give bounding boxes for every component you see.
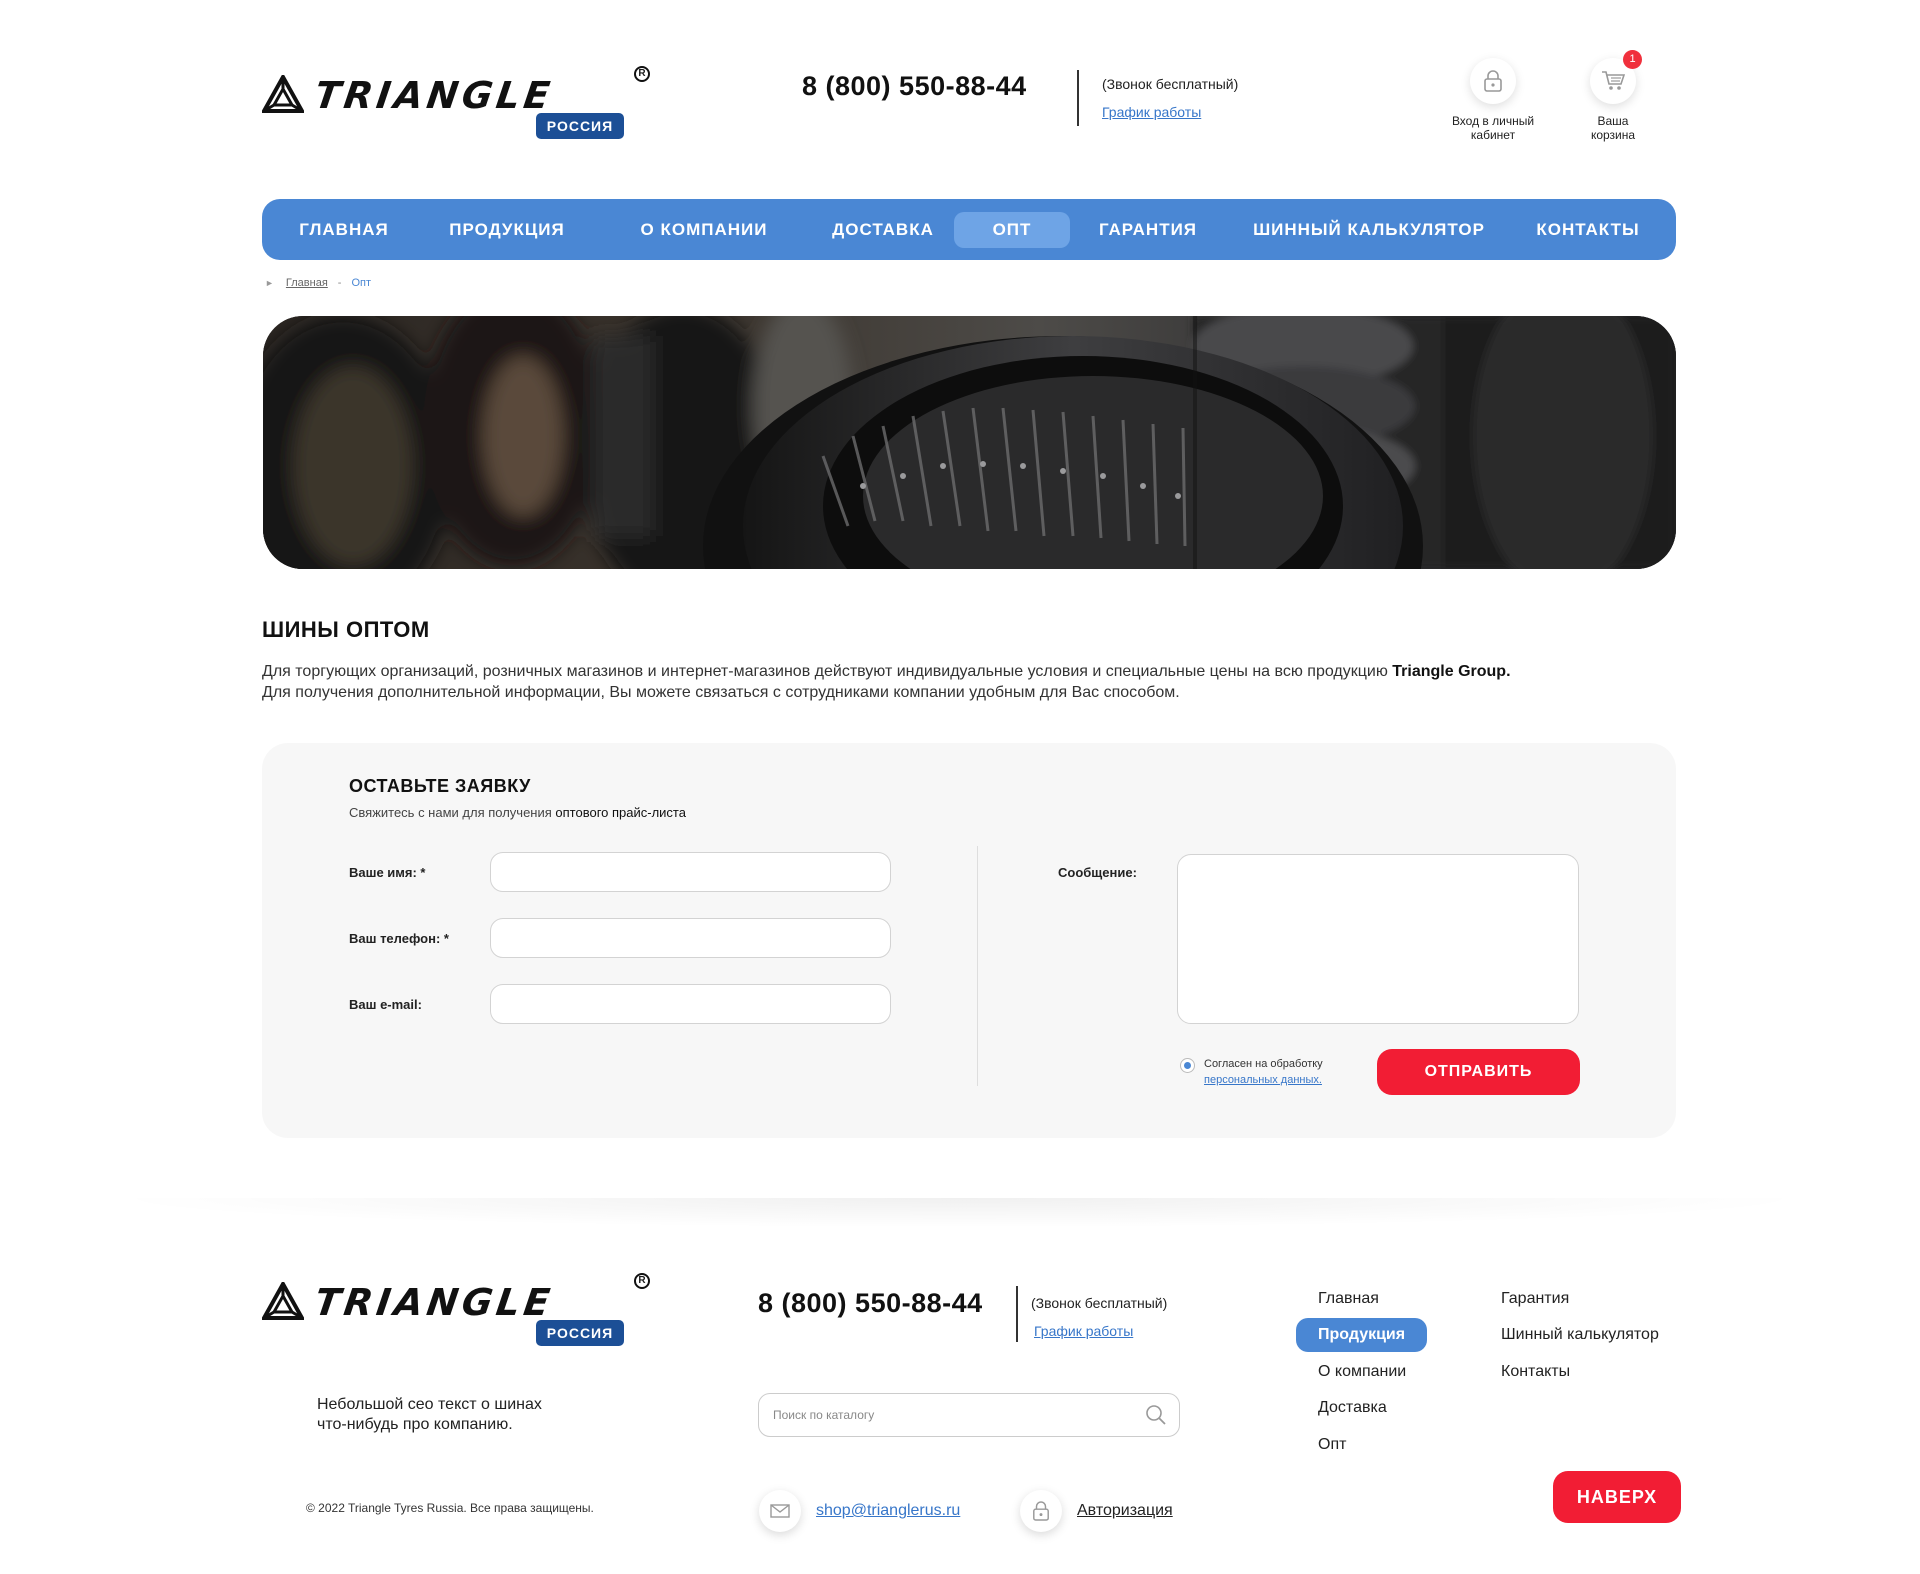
free-call-note: (Звонок бесплатный) (1102, 76, 1239, 92)
footer-seo-text: Небольшой сео текст о шинах что-нибудь п… (317, 1395, 617, 1435)
intro-line1: Для торгующих организаций, розничных маг… (262, 663, 1393, 680)
breadcrumb-home[interactable]: Главная (286, 277, 328, 289)
tires-photo (263, 316, 1676, 569)
footer-menu-warranty[interactable]: Гарантия (1501, 1282, 1569, 1316)
form-subtitle-text: Свяжитесь с нами для получения (349, 805, 556, 820)
footer-menu-about[interactable]: О компании (1318, 1355, 1406, 1389)
login-caption-line2: кабинет (1470, 128, 1516, 142)
auth-link[interactable]: Авторизация (1077, 1502, 1173, 1520)
site-header: TRIANGLE R РОССИЯ 8 (800) 550-88-44 (Зво… (262, 50, 1674, 155)
envelope-icon (770, 1504, 790, 1518)
phone-label: Ваш телефон: * (349, 931, 449, 946)
intro-brand: Triangle Group. (1392, 663, 1511, 680)
login-icon-circle[interactable] (1470, 58, 1516, 104)
login-button[interactable]: Вход в личный кабинет (1438, 55, 1548, 142)
footer-logo-wordmark: TRIANGLE (311, 1281, 557, 1324)
triangle-arrow-icon: ► (265, 278, 274, 288)
email-field[interactable] (490, 984, 891, 1024)
triangle-logo-icon (262, 1282, 304, 1320)
page-title: ШИНЫ ОПТОМ (262, 617, 430, 642)
lock-icon (1484, 70, 1502, 92)
submit-button[interactable]: ОТПРАВИТЬ (1377, 1049, 1580, 1095)
hero-banner-image (263, 316, 1676, 569)
login-caption-line1: Вход в личный (1451, 114, 1535, 128)
request-form: ОСТАВЬТЕ ЗАЯВКУ Свяжитесь с нами для пол… (262, 743, 1676, 1138)
nav-item-products[interactable]: ПРОДУКЦИЯ (434, 212, 580, 248)
nav-item-home[interactable]: ГЛАВНАЯ (290, 212, 398, 248)
nav-item-delivery[interactable]: ДОСТАВКА (818, 212, 948, 248)
message-label: Сообщение: (1058, 865, 1137, 880)
footer-phone[interactable]: 8 (800) 550-88-44 (758, 1288, 983, 1319)
footer-auth[interactable]: Авторизация (1020, 1490, 1173, 1532)
cart-icon (1602, 71, 1625, 90)
phone-field[interactable] (490, 918, 891, 958)
schedule-link[interactable]: График работы (1102, 104, 1201, 120)
consent-text: Согласен на обработку персональных данны… (1204, 1056, 1374, 1088)
back-to-top-button[interactable]: НАВЕРХ (1553, 1471, 1681, 1523)
footer-free-call-note: (Звонок бесплатный) (1031, 1295, 1168, 1311)
header-phone[interactable]: 8 (800) 550-88-44 (802, 71, 1027, 102)
form-subtitle: Свяжитесь с нами для получения оптового … (349, 805, 686, 820)
name-label: Ваше имя: * (349, 865, 426, 880)
footer-email[interactable]: shop@trianglerus.ru (759, 1490, 960, 1532)
main-nav: ГЛАВНАЯ ПРОДУКЦИЯ О КОМПАНИИ ДОСТАВКА ОП… (262, 199, 1676, 260)
message-field[interactable] (1177, 854, 1579, 1024)
search-icon[interactable] (1145, 1404, 1167, 1426)
login-caption: Вход в личный кабинет (1438, 114, 1548, 142)
triangle-logo-icon (262, 75, 304, 113)
footer-phone-divider (1016, 1286, 1018, 1342)
logo-wordmark: TRIANGLE (311, 74, 557, 117)
cart-caption: Ваша корзина (1558, 114, 1668, 142)
search-input[interactable] (773, 1394, 1133, 1436)
registered-mark-icon: R (634, 66, 650, 82)
footer-menu-calculator[interactable]: Шинный калькулятор (1501, 1318, 1659, 1352)
consent-policy-link[interactable]: персональных данных. (1204, 1074, 1322, 1086)
nav-item-about[interactable]: О КОМПАНИИ (618, 212, 790, 248)
cart-icon-circle[interactable]: 1 (1590, 50, 1642, 104)
registered-mark-icon: R (634, 1273, 650, 1289)
phone-divider (1077, 70, 1079, 126)
breadcrumb-separator: - (337, 277, 342, 289)
auth-icon-circle[interactable] (1020, 1490, 1062, 1532)
nav-item-warranty[interactable]: ГАРАНТИЯ (1088, 212, 1208, 248)
footer-schedule-link[interactable]: График работы (1034, 1323, 1133, 1339)
lock-icon (1033, 1501, 1049, 1521)
logo-country-badge: РОССИЯ (536, 113, 624, 139)
site-logo[interactable]: TRIANGLE R РОССИЯ (262, 63, 652, 143)
email-label: Ваш e-mail: (349, 997, 422, 1012)
nav-item-calculator[interactable]: ШИННЫЙ КАЛЬКУЛЯТОР (1244, 212, 1494, 248)
footer-logo[interactable]: TRIANGLE R РОССИЯ (262, 1270, 652, 1350)
breadcrumb: ► Главная - Опт (265, 277, 371, 289)
cart-button[interactable]: 1 Ваша корзина (1558, 50, 1668, 142)
cart-caption-line1: Ваша (1597, 114, 1629, 128)
form-title: ОСТАВЬТЕ ЗАЯВКУ (349, 776, 531, 796)
consent-radio[interactable] (1180, 1058, 1195, 1073)
footer-search (758, 1393, 1180, 1437)
footer-menu-wholesale[interactable]: Опт (1318, 1428, 1346, 1462)
nav-item-wholesale[interactable]: ОПТ (954, 212, 1070, 248)
intro-text: Для торгующих организаций, розничных маг… (262, 661, 1682, 703)
footer-seo-line1: Небольшой сео текст о шинах (317, 1396, 542, 1413)
footer-divider-shadow (100, 1198, 1820, 1228)
envelope-icon-circle[interactable] (759, 1490, 801, 1532)
name-field[interactable] (490, 852, 891, 892)
nav-item-contacts[interactable]: КОНТАКТЫ (1524, 212, 1652, 248)
copyright: © 2022 Triangle Tyres Russia. Все права … (306, 1501, 594, 1515)
footer-logo-country-badge: РОССИЯ (536, 1320, 624, 1346)
footer-seo-line2: что-нибудь про компанию. (317, 1416, 513, 1433)
intro-line2: Для получения дополнительной информации,… (262, 684, 1180, 701)
footer-menu-home[interactable]: Главная (1318, 1282, 1379, 1316)
form-divider (977, 846, 978, 1086)
footer-menu-products[interactable]: Продукция (1296, 1318, 1428, 1352)
breadcrumb-current: Опт (351, 277, 372, 289)
cart-count-badge: 1 (1623, 50, 1642, 69)
footer-menu-delivery[interactable]: Доставка (1318, 1391, 1387, 1425)
form-subtitle-emphasis: оптового прайс-листа (555, 805, 686, 820)
footer-menu-contacts[interactable]: Контакты (1501, 1355, 1570, 1389)
email-link[interactable]: shop@trianglerus.ru (816, 1502, 960, 1520)
consent-label: Согласен на обработку (1204, 1058, 1323, 1070)
cart-caption-line2: корзина (1590, 128, 1636, 142)
